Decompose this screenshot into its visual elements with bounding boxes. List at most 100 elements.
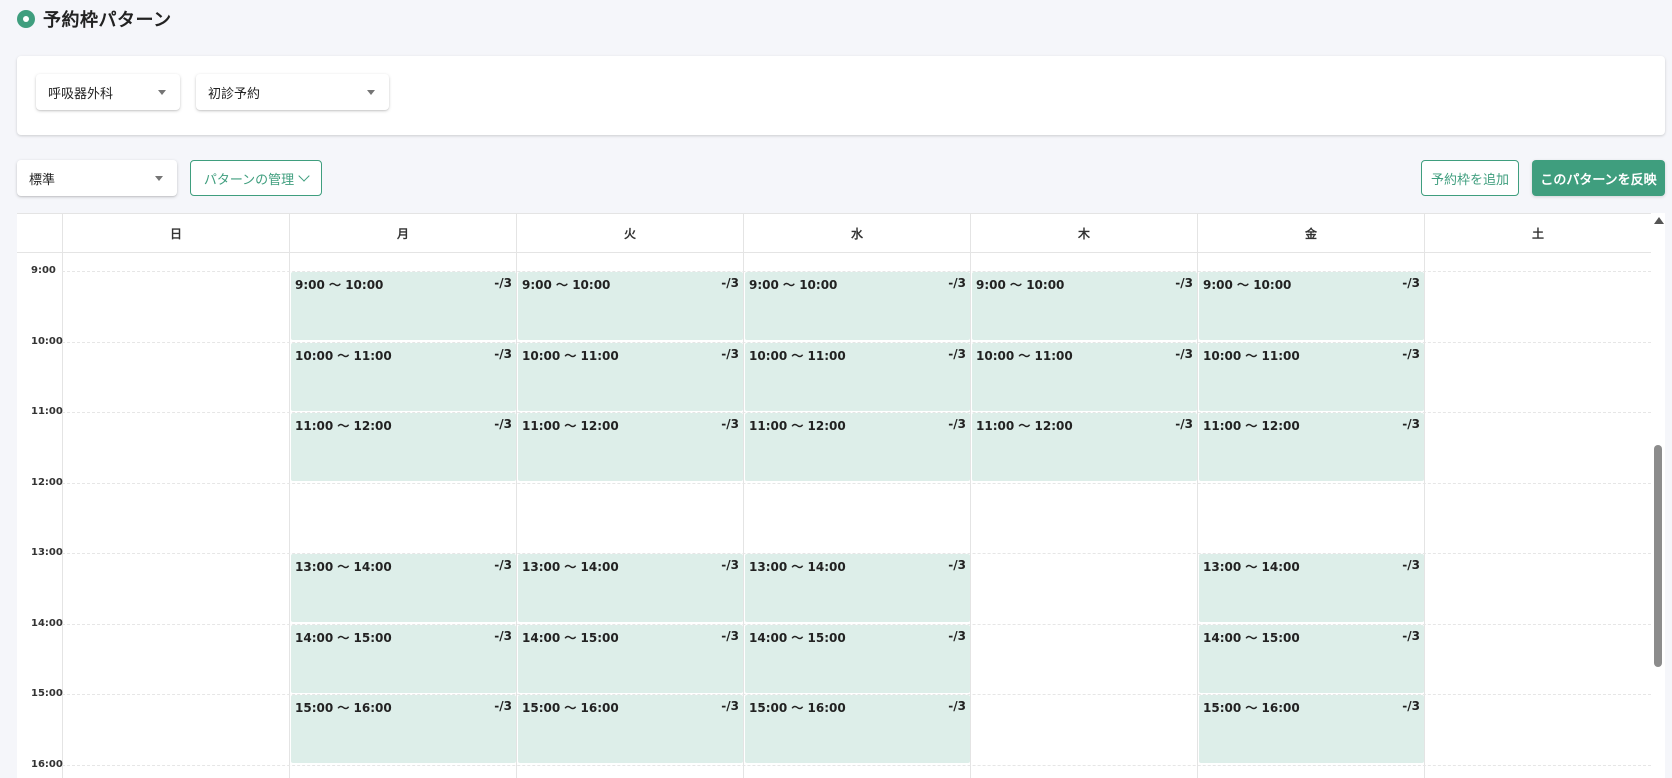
apply-pattern-button[interactable]: このパターンを反映 (1532, 160, 1665, 196)
day-column-divider (970, 253, 971, 778)
hour-label: 10:00 (31, 335, 63, 347)
slot-capacity: -/3 (494, 346, 512, 361)
day-header-2: 火 (516, 214, 743, 253)
reservation-slot[interactable]: 10:00 ～ 11:00 -/3 (518, 342, 743, 411)
slot-capacity: -/3 (1402, 276, 1420, 290)
day-column-divider (289, 253, 290, 778)
slot-capacity: -/3 (1402, 628, 1420, 643)
slot-capacity: -/3 (948, 699, 966, 713)
hour-label: 14:00 (31, 617, 63, 629)
slot-time-range: 15:00 ～ 16:00 (749, 701, 846, 715)
slot-time-range: 9:00 ～ 10:00 (1203, 278, 1292, 292)
reservation-slot[interactable]: 14:00 ～ 15:00 -/3 (1199, 624, 1424, 693)
reservation-slot[interactable]: 10:00 ～ 11:00 -/3 (745, 342, 970, 411)
reservation-slot[interactable]: 11:00 ～ 12:00 -/3 (518, 413, 743, 481)
slot-time-range: 11:00 ～ 12:00 (295, 419, 392, 433)
reservation-slot[interactable]: 13:00 ～ 14:00 -/3 (1199, 554, 1424, 622)
slot-time-range: 11:00 ～ 12:00 (1203, 419, 1300, 433)
slot-time-range: 10:00 ～ 11:00 (749, 348, 846, 363)
reservation-slot[interactable]: 11:00 ～ 12:00 -/3 (745, 413, 970, 481)
reservation-slot[interactable]: 13:00 ～ 14:00 -/3 (518, 554, 743, 622)
reservation-slot[interactable]: 10:00 ～ 11:00 -/3 (291, 342, 516, 411)
slot-capacity: -/3 (948, 558, 966, 572)
add-slot-button[interactable]: 予約枠を追加 (1421, 160, 1519, 196)
filter-card: 呼吸器外科 初診予約 (17, 56, 1665, 135)
slot-time-range: 13:00 ～ 14:00 (1203, 560, 1300, 574)
reservation-slot[interactable]: 13:00 ～ 14:00 -/3 (291, 554, 516, 622)
reservation-slot[interactable]: 13:00 ～ 14:00 -/3 (745, 554, 970, 622)
reservation-slot[interactable]: 14:00 ～ 15:00 -/3 (291, 624, 516, 693)
slot-capacity: -/3 (721, 276, 739, 290)
page-header: 予約枠パターン (17, 6, 172, 32)
manage-patterns-label: パターンの管理 (203, 172, 295, 188)
slot-capacity: -/3 (1402, 558, 1420, 572)
scroll-thumb[interactable] (1654, 445, 1662, 667)
slot-capacity: -/3 (948, 417, 966, 431)
slot-time-range: 11:00 ～ 12:00 (976, 419, 1073, 433)
pattern-select[interactable]: 標準 (17, 160, 177, 196)
day-column-divider (743, 253, 744, 778)
page-title: 予約枠パターン (43, 10, 172, 31)
slot-capacity: -/3 (721, 558, 739, 572)
day-column-divider (516, 253, 517, 778)
reservation-slot[interactable]: 11:00 ～ 12:00 -/3 (1199, 413, 1424, 481)
slot-capacity: -/3 (721, 628, 739, 643)
calendar-body: 9:00 10:00 11:00 12:00 13:00 14:00 15:00 16:00 9… (17, 253, 1651, 778)
reservation-slot[interactable]: 11:00 ～ 12:00 -/3 (291, 413, 516, 481)
slot-capacity: -/3 (494, 276, 512, 290)
manage-patterns-button[interactable]: パターンの管理 (190, 160, 322, 196)
slot-time-range: 14:00 ～ 15:00 (749, 630, 846, 645)
slot-capacity: -/3 (1175, 276, 1193, 290)
reservation-slot[interactable]: 10:00 ～ 11:00 -/3 (1199, 342, 1424, 411)
reservation-slot[interactable]: 15:00 ～ 16:00 -/3 (291, 695, 516, 763)
day-header-4: 木 (970, 214, 1197, 253)
slot-time-range: 9:00 ～ 10:00 (295, 278, 384, 292)
slot-time-range: 9:00 ～ 10:00 (522, 278, 611, 292)
reservation-slot[interactable]: 9:00 ～ 10:00 -/3 (1199, 272, 1424, 340)
department-select-value: 呼吸器外科 (48, 86, 114, 102)
day-header-0: 日 (62, 214, 289, 253)
scroll-up-arrow-icon[interactable] (1654, 217, 1664, 224)
slot-capacity: -/3 (721, 699, 739, 713)
reservation-type-select-value: 初診予約 (208, 86, 261, 102)
calendar-scrollbar[interactable] (1651, 213, 1665, 778)
slot-capacity: -/3 (948, 276, 966, 290)
hour-gridline (62, 482, 1651, 484)
reservation-slot[interactable]: 14:00 ～ 15:00 -/3 (518, 624, 743, 693)
hour-label: 15:00 (31, 688, 63, 699)
slot-capacity: -/3 (1402, 417, 1420, 431)
reservation-slot[interactable]: 9:00 ～ 10:00 -/3 (745, 272, 970, 340)
day-header-1: 月 (289, 214, 516, 253)
hour-label: 9:00 (31, 265, 56, 276)
reservation-slot[interactable]: 9:00 ～ 10:00 -/3 (972, 272, 1197, 340)
slot-capacity: -/3 (494, 558, 512, 572)
slot-capacity: -/3 (1402, 346, 1420, 361)
reservation-slot[interactable]: 11:00 ～ 12:00 -/3 (972, 413, 1197, 481)
reservation-slot[interactable]: 14:00 ～ 15:00 -/3 (745, 624, 970, 693)
slot-capacity: -/3 (494, 417, 512, 431)
department-select[interactable]: 呼吸器外科 (36, 74, 180, 110)
slot-time-range: 15:00 ～ 16:00 (295, 701, 392, 715)
reservation-slot[interactable]: 9:00 ～ 10:00 -/3 (518, 272, 743, 340)
day-header-6: 土 (1424, 214, 1651, 253)
slot-time-range: 13:00 ～ 14:00 (522, 560, 619, 574)
reservation-slot[interactable]: 15:00 ～ 16:00 -/3 (745, 695, 970, 763)
day-header-3: 水 (743, 214, 970, 253)
caret-down-icon (155, 176, 163, 181)
slot-capacity: -/3 (948, 628, 966, 643)
reservation-slot[interactable]: 10:00 ～ 11:00 -/3 (972, 342, 1197, 411)
slot-time-range: 10:00 ～ 11:00 (295, 348, 392, 363)
reservation-slot[interactable]: 15:00 ～ 16:00 -/3 (1199, 695, 1424, 763)
slot-capacity: -/3 (494, 699, 512, 713)
hour-label: 12:00 (31, 476, 63, 488)
slot-capacity: -/3 (948, 346, 966, 361)
hour-label: 13:00 (31, 547, 63, 558)
hour-label: 16:00 (31, 758, 63, 770)
weekly-calendar: 日月火水木金土 9:00 10:00 11:00 12:00 13:00 14:00 15:… (17, 213, 1651, 778)
slot-time-range: 10:00 ～ 11:00 (1203, 348, 1300, 363)
slot-capacity: -/3 (721, 417, 739, 431)
chevron-down-icon (298, 170, 310, 182)
reservation-slot[interactable]: 9:00 ～ 10:00 -/3 (291, 272, 516, 340)
reservation-slot[interactable]: 15:00 ～ 16:00 -/3 (518, 695, 743, 763)
reservation-type-select[interactable]: 初診予約 (196, 74, 389, 110)
